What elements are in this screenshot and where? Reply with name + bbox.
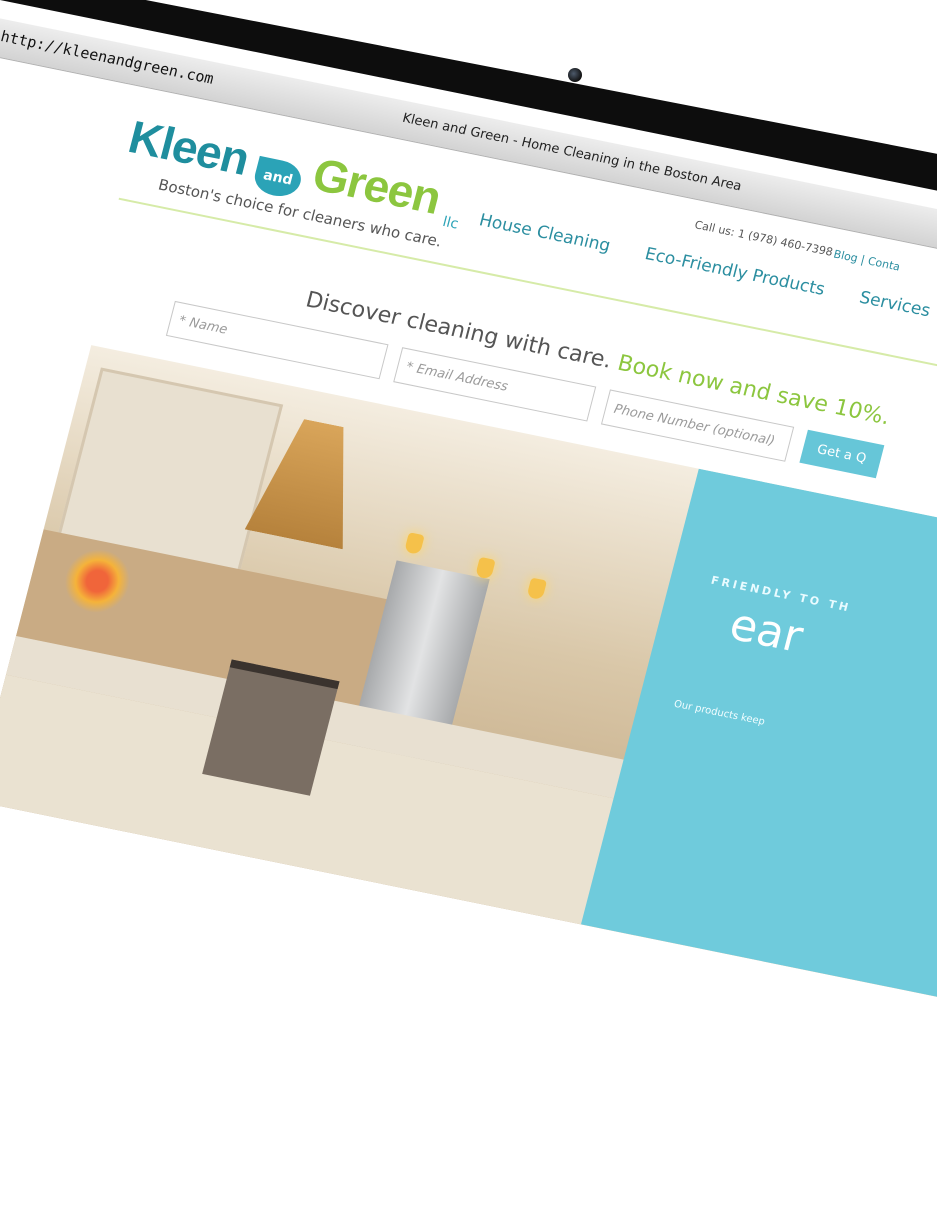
panel-text: Our products keep (672, 698, 767, 728)
hero-panel: FRIENDLY TO TH ear Our products keep (580, 468, 937, 1005)
logo-and-leaf-icon: and (251, 155, 305, 200)
logo-kleen: Kleen (123, 110, 255, 185)
pendant-lamp-icon (404, 532, 425, 555)
blog-contact-links[interactable]: Blog | Conta (832, 248, 901, 274)
panel-heading: ear (724, 599, 808, 663)
browser-window: http://kleenandgreen.com Kleen and Green… (0, 0, 937, 1209)
pendant-lamp-icon (526, 577, 548, 601)
get-quote-button[interactable]: Get a Q (799, 429, 885, 479)
logo-llc: llc (440, 213, 461, 233)
address-bar[interactable]: http://kleenandgreen.com (0, 27, 216, 88)
webcam-icon (568, 68, 582, 82)
pendant-lamp-icon (475, 556, 496, 580)
nav-services[interactable]: Services (857, 288, 932, 322)
nav-house-cleaning[interactable]: House Cleaning (477, 210, 613, 256)
call-us-text: Call us: 1 (978) 460-7398 (693, 218, 835, 259)
